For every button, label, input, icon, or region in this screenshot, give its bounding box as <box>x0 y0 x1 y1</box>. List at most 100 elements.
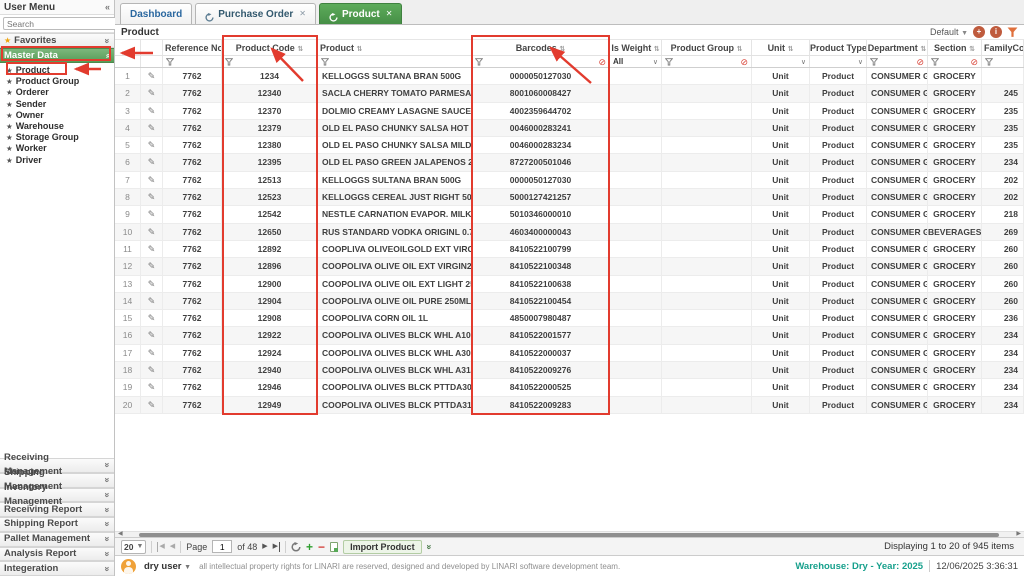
edit-pencil-icon[interactable]: ✎ <box>148 175 156 185</box>
filter-cell-7[interactable]: ⊘ <box>662 56 752 67</box>
sidebar-section-pallet-management[interactable]: Pallet Management» <box>0 532 114 547</box>
table-row[interactable]: 1✎77621234KELLOGGS SULTANA BRAN 500G0000… <box>115 68 1024 85</box>
filter-funnel-icon[interactable] <box>225 58 233 66</box>
edit-pencil-icon[interactable]: ✎ <box>148 192 156 202</box>
edit-pencil-icon[interactable]: ✎ <box>148 244 156 254</box>
scroll-right-icon[interactable]: ▶ <box>1016 530 1021 537</box>
cell-is-weight[interactable] <box>610 345 662 361</box>
filter-cell-6[interactable]: All∨ <box>610 56 662 67</box>
chevron-down-icon[interactable]: » <box>100 537 114 542</box>
add-view-button[interactable]: + <box>973 26 985 38</box>
cell-edit[interactable]: ✎ <box>141 310 163 326</box>
clear-filter-icon[interactable]: ⊘ <box>970 58 978 66</box>
table-row[interactable]: 5✎776212380OLD EL PASO CHUNKY SALSA MILD… <box>115 137 1024 154</box>
page-size-select[interactable]: 20▼ <box>121 540 146 554</box>
cell-edit[interactable]: ✎ <box>141 172 163 188</box>
column-header-product-group[interactable]: Product Group ⇅ <box>662 40 752 55</box>
table-row[interactable]: 13✎776212900COOPOLIVA OLIVE OIL EXT LIGH… <box>115 276 1024 293</box>
table-row[interactable]: 8✎776212523KELLOGGS CEREAL JUST RIGHT 50… <box>115 189 1024 206</box>
cell-is-weight[interactable] <box>610 397 662 413</box>
chevron-down-icon[interactable]: ∨ <box>801 58 806 66</box>
table-row[interactable]: 12✎776212896COOPOLIVA OLIVE OIL EXT VIRG… <box>115 258 1024 275</box>
user-avatar[interactable] <box>121 559 136 574</box>
user-menu-dropdown[interactable]: dry user ▼ <box>144 561 191 572</box>
column-header-product-type[interactable]: Product Type ⇅ <box>810 40 867 55</box>
edit-pencil-icon[interactable]: ✎ <box>148 348 156 358</box>
filter-cell-4[interactable] <box>318 56 472 67</box>
cell-edit[interactable]: ✎ <box>141 206 163 222</box>
filter-cell-8[interactable]: ∨ <box>752 56 810 67</box>
filter-cell-11[interactable]: ⊘ <box>928 56 982 67</box>
close-icon[interactable]: ✕ <box>386 10 393 18</box>
chevron-down-icon[interactable]: » <box>100 38 114 43</box>
filter-funnel-icon[interactable] <box>665 58 673 66</box>
cell-is-weight[interactable] <box>610 68 662 84</box>
cell-edit[interactable]: ✎ <box>141 103 163 119</box>
column-header-familycod[interactable]: FamilyCod <box>982 40 1024 55</box>
sidebar-section-integeration[interactable]: Integeration» <box>0 561 114 576</box>
close-icon[interactable]: ✕ <box>299 10 306 18</box>
edit-pencil-icon[interactable]: ✎ <box>148 123 156 133</box>
edit-pencil-icon[interactable]: ✎ <box>148 296 156 306</box>
cell-edit[interactable]: ✎ <box>141 224 163 240</box>
cell-is-weight[interactable] <box>610 362 662 378</box>
chevron-down-icon[interactable]: » <box>100 492 114 497</box>
edit-pencil-icon[interactable]: ✎ <box>148 71 156 81</box>
remove-row-button[interactable]: − <box>318 540 325 554</box>
tab-product[interactable]: Product ✕ <box>319 3 402 24</box>
cell-edit[interactable]: ✎ <box>141 379 163 395</box>
column-header-barcodes[interactable]: Barcodes ⇅ <box>472 40 610 55</box>
edit-pencil-icon[interactable]: ✎ <box>148 365 156 375</box>
sidebar-item-sender[interactable]: ★Sender <box>6 99 114 110</box>
cell-is-weight[interactable] <box>610 137 662 153</box>
column-header-reference-no-w[interactable]: Reference No.[W <box>163 40 222 55</box>
first-page-button[interactable]: ◀ <box>157 542 164 552</box>
table-row[interactable]: 14✎776212904COOPOLIVA OLIVE OIL PURE 250… <box>115 293 1024 310</box>
sidebar-item-product[interactable]: ★Product <box>6 65 114 76</box>
tab-dashboard[interactable]: Dashboard <box>120 3 192 24</box>
sidebar-section-inventory-management[interactable]: Inventory Management» <box>0 488 114 503</box>
cell-edit[interactable]: ✎ <box>141 154 163 170</box>
sidebar-section-shipping-report[interactable]: Shipping Report» <box>0 517 114 532</box>
page-number-input[interactable] <box>212 540 232 553</box>
cell-edit[interactable]: ✎ <box>141 68 163 84</box>
edit-pencil-icon[interactable]: ✎ <box>148 279 156 289</box>
prev-page-button[interactable]: ◀ <box>170 542 175 552</box>
edit-pencil-icon[interactable]: ✎ <box>148 106 156 116</box>
cell-is-weight[interactable] <box>610 85 662 101</box>
cell-edit[interactable]: ✎ <box>141 327 163 343</box>
cell-is-weight[interactable] <box>610 224 662 240</box>
cell-edit[interactable]: ✎ <box>141 276 163 292</box>
cell-is-weight[interactable] <box>610 120 662 136</box>
cell-edit[interactable]: ✎ <box>141 258 163 274</box>
last-page-button[interactable]: ▶ <box>273 542 280 552</box>
edit-pencil-icon[interactable]: ✎ <box>148 261 156 271</box>
cell-edit[interactable]: ✎ <box>141 189 163 205</box>
edit-pencil-icon[interactable]: ✎ <box>148 140 156 150</box>
clear-filter-icon[interactable]: ⊘ <box>598 58 606 66</box>
table-row[interactable]: 16✎776212922COOPOLIVA OLIVES BLCK WHL A1… <box>115 327 1024 344</box>
user-menu-header[interactable]: User Menu « <box>0 0 114 15</box>
edit-pencil-icon[interactable]: ✎ <box>148 157 156 167</box>
chevron-down-icon[interactable]: » <box>100 507 114 512</box>
scroll-left-icon[interactable]: ◀ <box>118 530 123 537</box>
cell-edit[interactable]: ✎ <box>141 345 163 361</box>
filter-funnel-icon[interactable] <box>166 58 174 66</box>
horizontal-scrollbar[interactable]: ◀ ▶ <box>115 531 1024 537</box>
chevron-down-icon[interactable]: » <box>100 551 114 556</box>
grid-view-selector[interactable]: Default ▼ <box>930 27 968 37</box>
info-button[interactable]: i <box>990 26 1002 38</box>
column-header-product[interactable]: Product ⇅ <box>318 40 472 55</box>
column-header-is-weight[interactable]: Is Weight ⇅ <box>610 40 662 55</box>
import-product-button[interactable]: Import Product <box>343 540 422 554</box>
filter-cell-10[interactable]: ⊘ <box>867 56 928 67</box>
table-row[interactable]: 2✎776212340SACLA CHERRY TOMATO PARMESAN … <box>115 85 1024 102</box>
sidebar-item-product-group[interactable]: ★Product Group <box>6 76 114 87</box>
table-row[interactable]: 9✎776212542NESTLE CARNATION EVAPOR. MILK… <box>115 206 1024 223</box>
chevron-down-icon[interactable]: ∨ <box>653 58 658 66</box>
chevron-down-icon[interactable]: ∨ <box>858 58 863 66</box>
edit-pencil-icon[interactable]: ✎ <box>148 209 156 219</box>
filter-funnel-icon[interactable] <box>931 58 939 66</box>
sidebar-item-owner[interactable]: ★Owner <box>6 110 114 121</box>
filter-funnel-icon[interactable] <box>870 58 878 66</box>
